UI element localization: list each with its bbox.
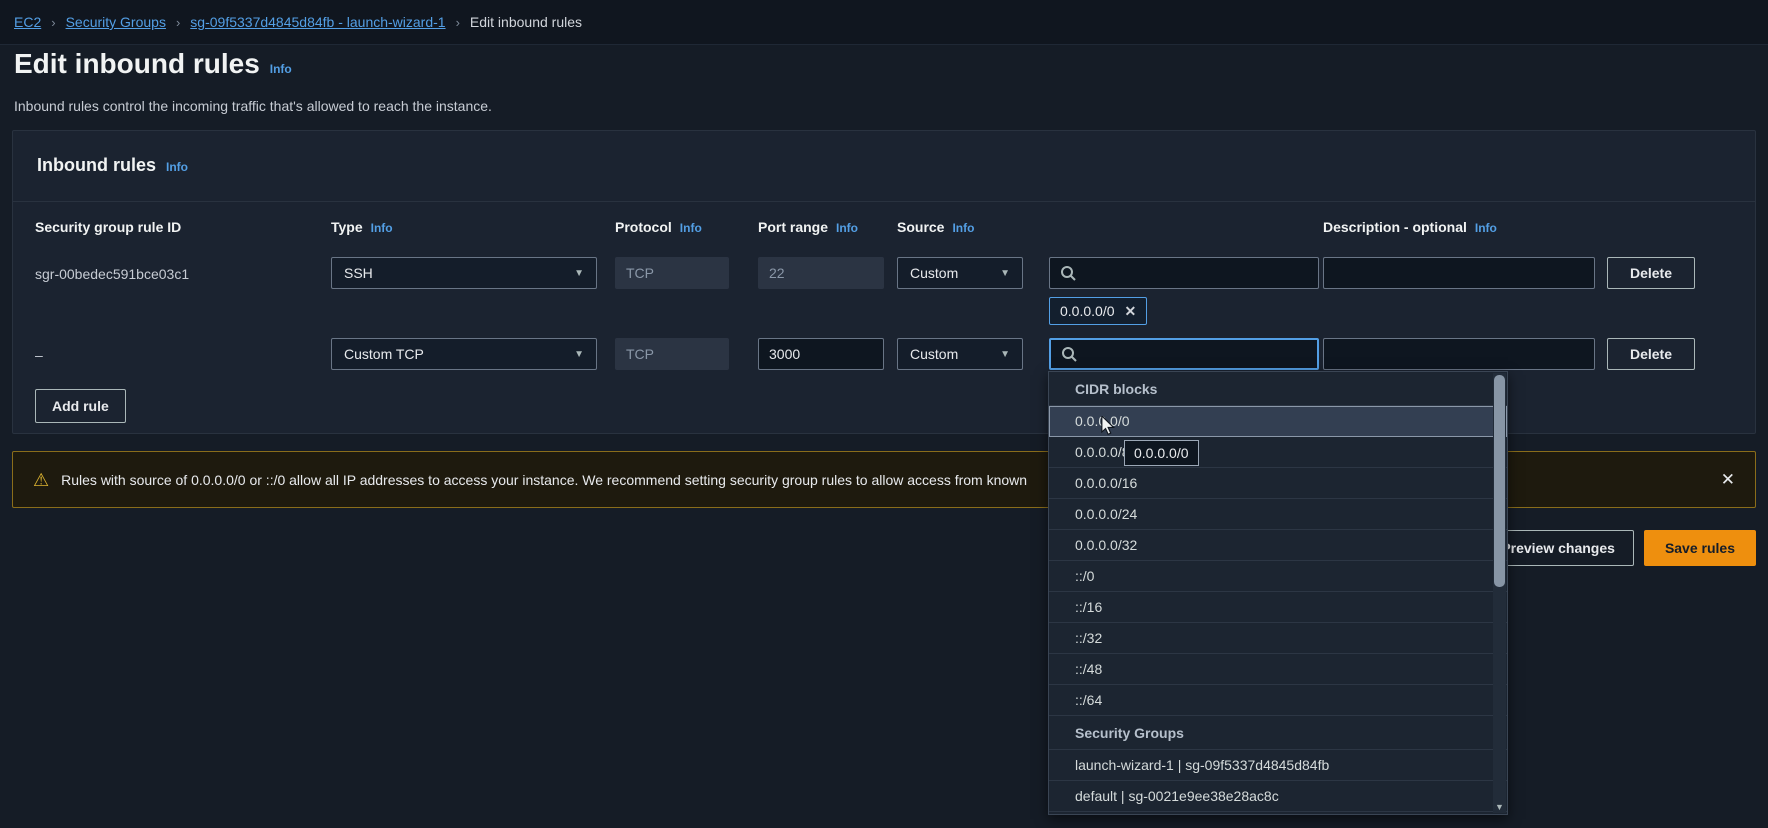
protocol-input-row2 [615, 338, 729, 370]
description-input-row2[interactable] [1323, 338, 1595, 370]
dropdown-item-cidr[interactable]: 0.0.0.0/32 [1049, 530, 1507, 561]
chevron-down-icon: ▼ [1000, 268, 1010, 279]
source-search-input-row2[interactable] [1085, 346, 1307, 362]
column-header-label: Type [331, 219, 363, 235]
close-icon[interactable]: ✕ [1721, 470, 1735, 490]
panel-divider [13, 201, 1755, 202]
type-info-link[interactable]: Info [371, 221, 393, 235]
column-header-label: Protocol [615, 219, 672, 235]
breadcrumb-security-groups[interactable]: Security Groups [66, 14, 166, 30]
column-header-protocol: Protocol Info [615, 219, 702, 235]
protocol-info-link[interactable]: Info [680, 221, 702, 235]
edit-inbound-rules-page: EC2 › Security Groups › sg-09f5337d4845d… [0, 0, 1768, 828]
dropdown-item-security-group[interactable]: default | sg-0021e9ee38e28ac8c [1049, 781, 1507, 812]
breadcrumb-separator: › [176, 15, 180, 30]
search-icon [1060, 265, 1076, 281]
source-search-row2[interactable] [1049, 338, 1319, 370]
source-select-row1[interactable]: Custom ▼ [897, 257, 1023, 289]
rule-id-value: – [35, 347, 43, 363]
source-token: 0.0.0.0/0 ✕ [1049, 297, 1147, 325]
dropdown-item-security-group[interactable]: launch-wizard-1 | sg-09f5337d4845d84fb [1049, 750, 1507, 781]
dropdown-item-cidr[interactable]: ::/48 [1049, 654, 1507, 685]
column-header-label: Source [897, 219, 944, 235]
dropdown-item-cidr[interactable]: 0.0.0.0/8 [1049, 437, 1507, 468]
page-subtitle: Inbound rules control the incoming traff… [14, 98, 492, 114]
chevron-down-icon: ▼ [1000, 349, 1010, 360]
scrollbar-thumb[interactable] [1494, 375, 1505, 587]
protocol-input-row1 [615, 257, 729, 289]
delete-rule-button-row1[interactable]: Delete [1607, 257, 1695, 289]
description-info-link[interactable]: Info [1475, 221, 1497, 235]
type-select-row1[interactable]: SSH ▼ [331, 257, 597, 289]
description-input-row1[interactable] [1323, 257, 1595, 289]
mouse-cursor-icon [1100, 416, 1118, 436]
breadcrumb-separator: › [456, 15, 460, 30]
column-header-label: Description - optional [1323, 219, 1467, 235]
column-header-port-range: Port range Info [758, 219, 858, 235]
page-title: Edit inbound rules [14, 48, 260, 80]
source-search-row1[interactable] [1049, 257, 1319, 289]
source-select-row2[interactable]: Custom ▼ [897, 338, 1023, 370]
page-title-info-link[interactable]: Info [270, 62, 292, 76]
dropdown-item-cidr[interactable]: ::/32 [1049, 623, 1507, 654]
breadcrumb-separator: › [51, 15, 55, 30]
type-select-row2[interactable]: Custom TCP ▼ [331, 338, 597, 370]
dropdown-section-cidr-blocks: CIDR blocks [1049, 372, 1507, 406]
column-header-type: Type Info [331, 219, 393, 235]
save-rules-button[interactable]: Save rules [1644, 530, 1756, 566]
source-search-input-row1[interactable] [1084, 265, 1308, 281]
panel-header: Inbound rules Info [37, 155, 188, 176]
source-select-value: Custom [910, 346, 958, 362]
port-range-input-row1 [758, 257, 884, 289]
column-header-label: Security group rule ID [35, 219, 181, 235]
source-suggestions-dropdown: CIDR blocks 0.0.0.0/0 0.0.0.0/8 0.0.0.0/… [1048, 371, 1508, 815]
search-icon [1061, 346, 1077, 362]
delete-rule-button-row2[interactable]: Delete [1607, 338, 1695, 370]
dropdown-item-cidr[interactable]: ::/64 [1049, 685, 1507, 716]
dropdown-scrollbar[interactable]: ▼ [1493, 373, 1506, 813]
dropdown-section-security-groups: Security Groups [1049, 716, 1507, 750]
breadcrumb: EC2 › Security Groups › sg-09f5337d4845d… [0, 0, 1768, 45]
column-header-label: Port range [758, 219, 828, 235]
dropdown-item-cidr[interactable]: ::/16 [1049, 592, 1507, 623]
dropdown-item-cidr[interactable]: 0.0.0.0/16 [1049, 468, 1507, 499]
chevron-down-icon: ▼ [574, 268, 584, 279]
column-header-description: Description - optional Info [1323, 219, 1497, 235]
breadcrumb-ec2[interactable]: EC2 [14, 14, 41, 30]
panel-title: Inbound rules [37, 155, 156, 176]
dropdown-item-cidr[interactable]: 0.0.0.0/24 [1049, 499, 1507, 530]
column-header-rule-id: Security group rule ID [35, 219, 181, 235]
source-select-value: Custom [910, 265, 958, 281]
source-token-label: 0.0.0.0/0 [1060, 303, 1115, 319]
dropdown-item-cidr[interactable]: ::/0 [1049, 561, 1507, 592]
chevron-down-icon: ▼ [574, 349, 584, 360]
panel-info-link[interactable]: Info [166, 160, 188, 174]
source-info-link[interactable]: Info [952, 221, 974, 235]
type-select-value: SSH [344, 265, 373, 281]
breadcrumb-current: Edit inbound rules [470, 14, 582, 30]
close-icon[interactable]: ✕ [1125, 303, 1137, 320]
hover-tooltip: 0.0.0.0/0 [1124, 440, 1199, 466]
breadcrumb-security-group[interactable]: sg-09f5337d4845d84fb - launch-wizard-1 [190, 14, 445, 30]
column-header-source: Source Info [897, 219, 974, 235]
rule-id-value: sgr-00bedec591bce03c1 [35, 266, 189, 282]
footer-actions: Preview changes Save rules [1482, 530, 1756, 566]
type-select-value: Custom TCP [344, 346, 424, 362]
port-range-input-row2[interactable] [758, 338, 884, 370]
warning-icon: ⚠ [33, 471, 49, 489]
page-header: Edit inbound rules Info [14, 48, 292, 80]
add-rule-button[interactable]: Add rule [35, 389, 126, 423]
port-range-info-link[interactable]: Info [836, 221, 858, 235]
scrollbar-down-arrow[interactable]: ▼ [1493, 802, 1506, 812]
